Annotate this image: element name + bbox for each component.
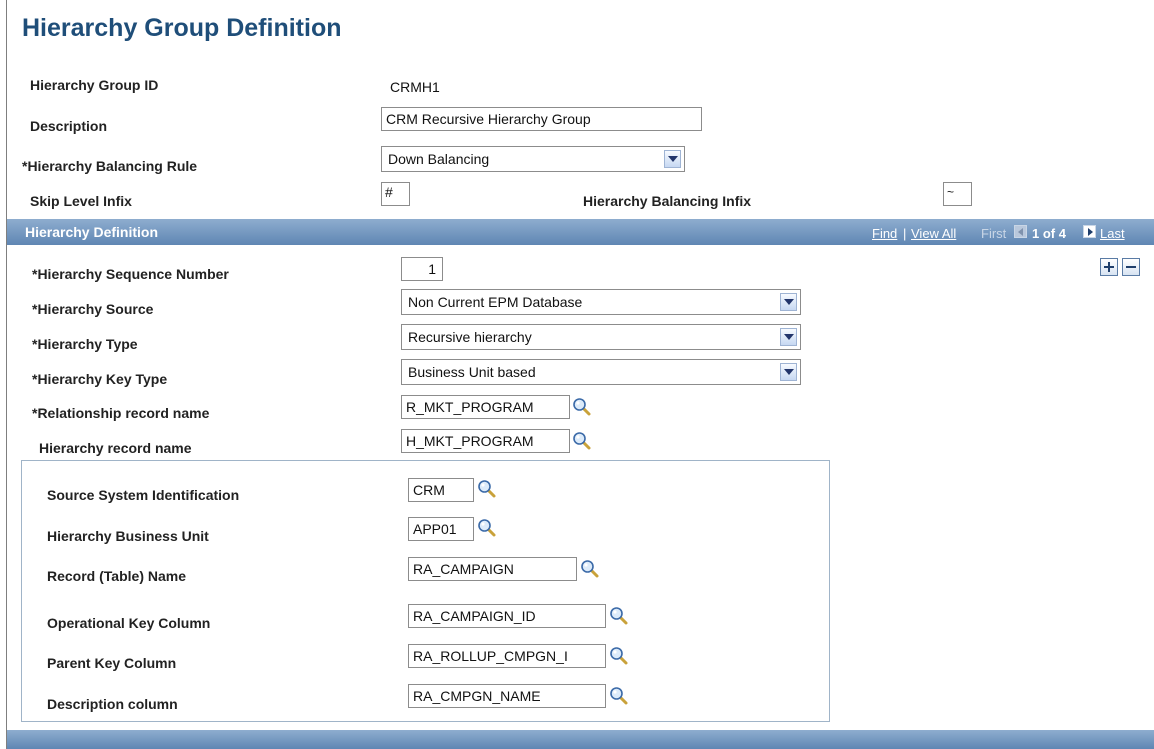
row-count: 1 of 4	[1032, 226, 1066, 241]
balancing-rule-label: *Hierarchy Balancing Rule	[22, 158, 198, 174]
chevron-down-icon[interactable]	[780, 293, 797, 311]
source-system-input[interactable]: CRM	[408, 478, 474, 502]
description-input[interactable]: CRM Recursive Hierarchy Group	[381, 107, 702, 131]
business-unit-input[interactable]: APP01	[408, 517, 474, 541]
magnifier-icon[interactable]	[572, 397, 592, 417]
left-border	[6, 0, 7, 749]
group-id-label: Hierarchy Group ID	[30, 77, 159, 93]
parent-key-label: Parent Key Column	[47, 655, 177, 671]
hierarchy-type-select[interactable]: Recursive hierarchy	[401, 324, 801, 350]
key-type-value: Business Unit based	[408, 364, 536, 380]
group-id-value: CRMH1	[390, 79, 440, 95]
arrow-right-icon[interactable]	[1083, 225, 1096, 238]
hierarchy-type-label: *Hierarchy Type	[32, 336, 138, 352]
section-footer-bar	[7, 730, 1154, 749]
balancing-rule-value: Down Balancing	[388, 151, 490, 167]
magnifier-icon[interactable]	[609, 606, 629, 626]
last-link[interactable]: Last	[1100, 226, 1125, 241]
relationship-record-input[interactable]: R_MKT_PROGRAM	[401, 395, 570, 419]
minus-icon[interactable]	[1122, 258, 1140, 276]
key-type-label: *Hierarchy Key Type	[32, 371, 168, 387]
business-unit-label: Hierarchy Business Unit	[47, 528, 209, 544]
hierarchy-source-value: Non Current EPM Database	[408, 294, 583, 310]
description-label: Description	[30, 118, 108, 134]
chevron-down-icon[interactable]	[664, 150, 681, 168]
hierarchy-type-value: Recursive hierarchy	[408, 329, 532, 345]
hierarchy-source-select[interactable]: Non Current EPM Database	[401, 289, 801, 315]
chevron-down-icon[interactable]	[780, 363, 797, 381]
magnifier-icon[interactable]	[477, 479, 497, 499]
skip-level-label: Skip Level Infix	[30, 193, 132, 209]
operational-key-input[interactable]: RA_CAMPAIGN_ID	[408, 604, 606, 628]
balancing-infix-input[interactable]: ~	[943, 182, 972, 206]
magnifier-icon[interactable]	[477, 518, 497, 538]
key-type-select[interactable]: Business Unit based	[401, 359, 801, 385]
skip-level-input[interactable]: #	[381, 182, 410, 206]
arrow-left-icon	[1014, 225, 1027, 238]
hierarchy-record-input[interactable]: H_MKT_PROGRAM	[401, 429, 570, 453]
balancing-rule-select[interactable]: Down Balancing	[381, 146, 685, 172]
hierarchy-record-label: Hierarchy record name	[39, 440, 192, 456]
description-column-label: Description column	[47, 696, 178, 712]
operational-key-label: Operational Key Column	[47, 615, 211, 631]
nav-separator: |	[903, 226, 907, 241]
magnifier-icon[interactable]	[580, 559, 600, 579]
find-link[interactable]: Find	[872, 226, 897, 241]
parent-key-input[interactable]: RA_ROLLUP_CMPGN_I	[408, 644, 606, 668]
chevron-down-icon[interactable]	[780, 328, 797, 346]
hierarchy-definition-header: Hierarchy Definition Find | View All Fir…	[7, 219, 1154, 245]
balancing-infix-label: Hierarchy Balancing Infix	[583, 193, 752, 209]
seq-number-input[interactable]: 1	[401, 257, 443, 281]
relationship-record-label: *Relationship record name	[32, 405, 210, 421]
first-label: First	[981, 226, 1007, 241]
description-column-input[interactable]: RA_CMPGN_NAME	[408, 684, 606, 708]
magnifier-icon[interactable]	[572, 431, 592, 451]
page-title: Hierarchy Group Definition	[22, 14, 342, 42]
record-name-label: Record (Table) Name	[47, 568, 186, 584]
magnifier-icon[interactable]	[609, 646, 629, 666]
seq-number-label: *Hierarchy Sequence Number	[32, 266, 229, 282]
view-all-link[interactable]: View All	[911, 226, 956, 241]
magnifier-icon[interactable]	[609, 686, 629, 706]
hierarchy-source-label: *Hierarchy Source	[32, 301, 154, 317]
section-title: Hierarchy Definition	[25, 224, 159, 240]
source-system-label: Source System Identification	[47, 487, 240, 503]
record-name-input[interactable]: RA_CAMPAIGN	[408, 557, 577, 581]
plus-icon[interactable]	[1100, 258, 1118, 276]
